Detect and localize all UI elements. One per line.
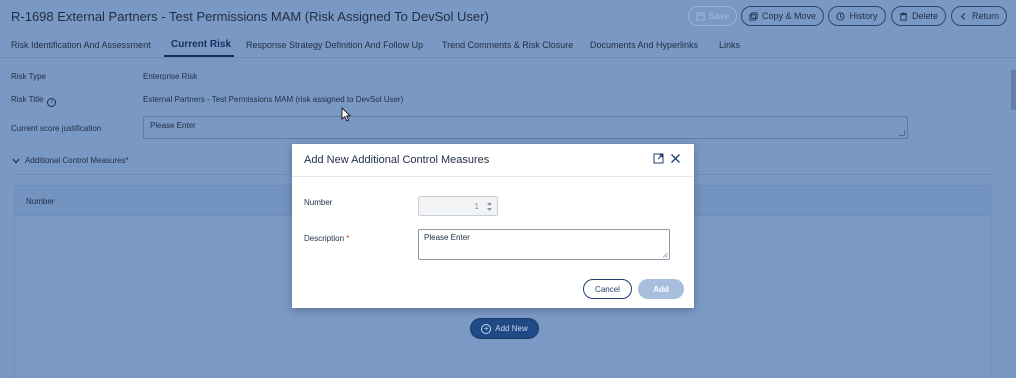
description-label: Description	[304, 234, 345, 243]
save-icon	[696, 11, 705, 21]
copy-move-button[interactable]: Copy & Move	[741, 6, 824, 26]
section-title: Additional Control Measures*	[25, 156, 129, 165]
copy-move-label: Copy & Move	[761, 11, 817, 21]
plus-circle-icon: +	[481, 323, 492, 334]
tab-links[interactable]: Links	[719, 40, 740, 50]
justification-placeholder: Please Enter	[150, 121, 196, 130]
chevron-left-icon	[960, 12, 966, 20]
tab-trend-comments[interactable]: Trend Comments & Risk Closure	[442, 40, 573, 50]
number-stepper[interactable]: 1	[418, 196, 498, 216]
modal-divider	[292, 176, 694, 177]
justification-label: Current score justification	[11, 124, 102, 133]
return-button[interactable]: Return	[951, 6, 1007, 26]
history-label: History	[849, 11, 878, 21]
page-title: R-1698 External Partners - Test Permissi…	[11, 9, 489, 24]
stepper-arrows-icon[interactable]	[486, 200, 493, 213]
tab-response-strategy[interactable]: Response Strategy Definition And Follow …	[246, 40, 423, 50]
description-required-mark: *	[346, 234, 350, 243]
scrollbar[interactable]	[1011, 70, 1016, 110]
risk-title-value: External Partners - Test Permissions MAM…	[143, 95, 404, 104]
description-label-wrap: Description *	[304, 234, 349, 243]
resize-grip-icon[interactable]	[899, 130, 905, 136]
section-required-mark: *	[125, 156, 129, 165]
modal-title: Add New Additional Control Measures	[304, 154, 490, 166]
risk-type-label: Risk Type	[11, 72, 46, 81]
save-label: Save	[708, 11, 730, 21]
risk-title-label: Risk Title	[11, 95, 44, 104]
description-placeholder: Please Enter	[424, 233, 470, 242]
add-new-button[interactable]: + Add New	[470, 318, 539, 339]
tab-bar: Risk Identification And Assessment Curre…	[0, 34, 1016, 58]
risk-title-label-wrap: Risk Title i	[11, 95, 57, 107]
additional-control-measures-toggle[interactable]: Additional Control Measures*	[12, 156, 129, 165]
save-button[interactable]: Save	[688, 6, 737, 26]
chevron-down-icon	[12, 158, 20, 163]
page-header: R-1698 External Partners - Test Permissi…	[0, 0, 1016, 34]
close-icon[interactable]	[670, 153, 681, 164]
add-new-label: Add New	[495, 324, 528, 333]
column-header-number: Number	[26, 197, 55, 206]
tab-current-risk[interactable]: Current Risk	[171, 39, 231, 50]
history-button[interactable]: History	[828, 6, 886, 26]
info-icon[interactable]: i	[47, 98, 57, 107]
history-icon	[836, 11, 846, 21]
add-button[interactable]: Add	[638, 279, 684, 299]
copy-icon	[749, 11, 758, 21]
tab-documents[interactable]: Documents And Hyperlinks	[590, 40, 698, 50]
mouse-cursor-icon	[341, 107, 351, 122]
active-tab-indicator	[164, 55, 234, 57]
add-control-measure-modal: Add New Additional Control Measures Numb…	[292, 144, 694, 308]
expand-icon[interactable]	[653, 153, 664, 164]
number-value: 1	[474, 202, 479, 211]
delete-button[interactable]: Delete	[891, 6, 946, 26]
tab-risk-identification[interactable]: Risk Identification And Assessment	[11, 40, 151, 50]
return-label: Return	[971, 11, 999, 21]
section-title-text: Additional Control Measures	[25, 156, 126, 165]
resize-grip-icon[interactable]	[662, 252, 668, 258]
description-textarea[interactable]: Please Enter	[418, 229, 670, 260]
delete-label: Delete	[911, 11, 938, 21]
trash-icon	[899, 11, 908, 21]
justification-textarea[interactable]: Please Enter	[143, 116, 908, 139]
number-label: Number	[304, 198, 333, 207]
cancel-button[interactable]: Cancel	[583, 279, 632, 299]
risk-type-value: Enterprise Risk	[143, 72, 198, 81]
